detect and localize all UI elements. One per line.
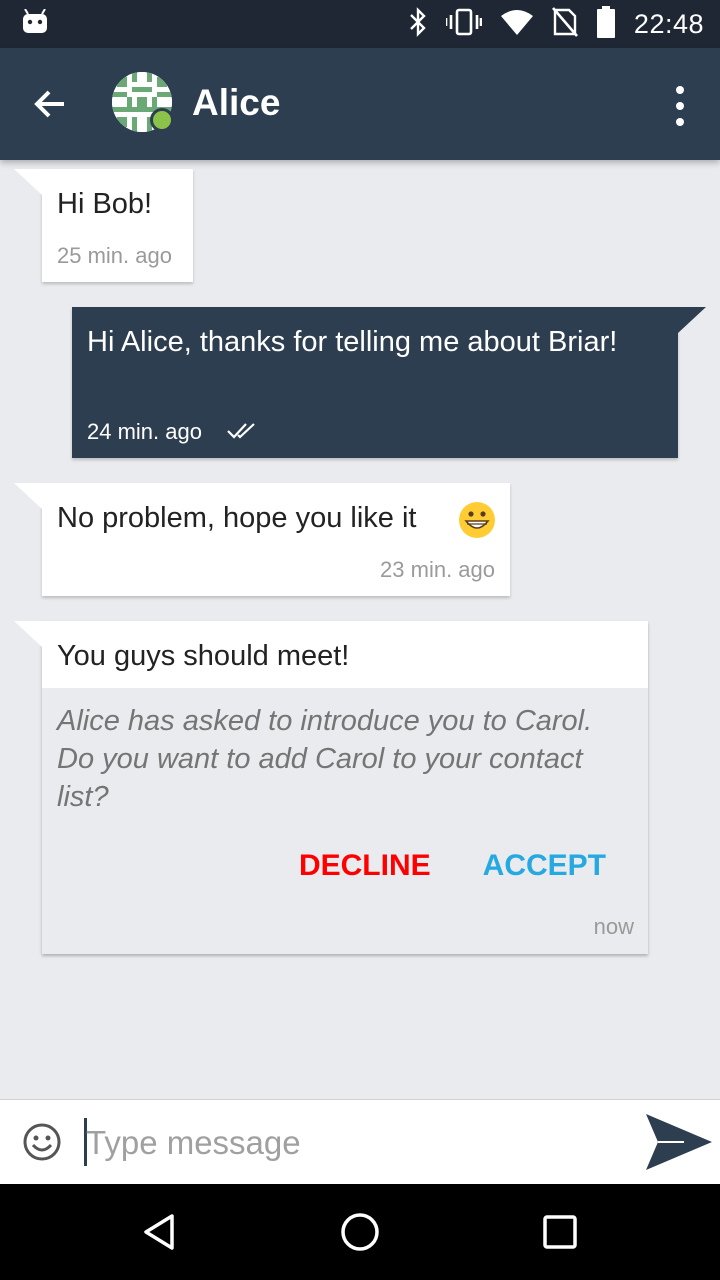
message-incoming: No problem, hope you like it 23 min. ago (14, 483, 510, 596)
system-navigation-bar (0, 1184, 720, 1280)
emoji-button[interactable] (22, 1122, 62, 1162)
send-button[interactable] (644, 1112, 714, 1172)
double-check-icon (227, 423, 255, 439)
introduction-actions: DECLINE ACCEPT (299, 849, 606, 883)
android-icon (22, 8, 48, 40)
message-outgoing: Hi Alice, thanks for telling me about Br… (72, 307, 706, 458)
accept-button[interactable]: ACCEPT (483, 849, 606, 883)
message-time: 23 min. ago (380, 557, 495, 582)
message-time: now (593, 914, 634, 939)
send-icon (646, 1114, 712, 1170)
no-sim-icon (551, 6, 578, 42)
clock: 22:48 (633, 8, 704, 39)
introduction-title: You guys should meet! (57, 640, 350, 672)
message-text: Hi Bob! (57, 188, 153, 220)
wifi-icon (500, 9, 534, 40)
nav-recents-icon (543, 1215, 577, 1249)
contact-name[interactable]: Alice (192, 82, 280, 124)
arrow-left-icon (34, 90, 64, 118)
introduction-header: You guys should meet! (42, 621, 648, 688)
introduction-card: You guys should meet! Alice has asked to… (14, 621, 648, 954)
bluetooth-icon (408, 6, 428, 42)
online-indicator (150, 108, 174, 132)
nav-back-button[interactable] (140, 1212, 180, 1252)
grinning-face-icon (459, 502, 495, 538)
nav-home-button[interactable] (340, 1212, 380, 1252)
introduction-body: Alice has asked to introduce you to Caro… (57, 705, 593, 813)
more-vert-icon (676, 86, 684, 94)
message-time: 25 min. ago (57, 243, 172, 268)
decline-button[interactable]: DECLINE (299, 849, 431, 883)
message-input[interactable] (86, 1120, 616, 1166)
message-input-bar (0, 1099, 720, 1184)
nav-home-icon (341, 1213, 379, 1251)
back-button[interactable] (30, 84, 78, 124)
smiley-icon (23, 1123, 61, 1161)
message-text: No problem, hope you like it (57, 502, 417, 534)
message-text: Hi Alice, thanks for telling me about Br… (87, 326, 618, 358)
vibrate-icon (444, 8, 483, 41)
overflow-menu-button[interactable] (670, 86, 690, 126)
battery-icon (596, 5, 616, 43)
conversation-toolbar: Alice (0, 48, 720, 160)
nav-recents-button[interactable] (542, 1214, 578, 1250)
nav-back-icon (144, 1214, 174, 1250)
message-incoming: Hi Bob! 25 min. ago (14, 169, 193, 282)
status-bar: 22:48 (0, 0, 720, 48)
message-time: 24 min. ago (87, 419, 202, 444)
